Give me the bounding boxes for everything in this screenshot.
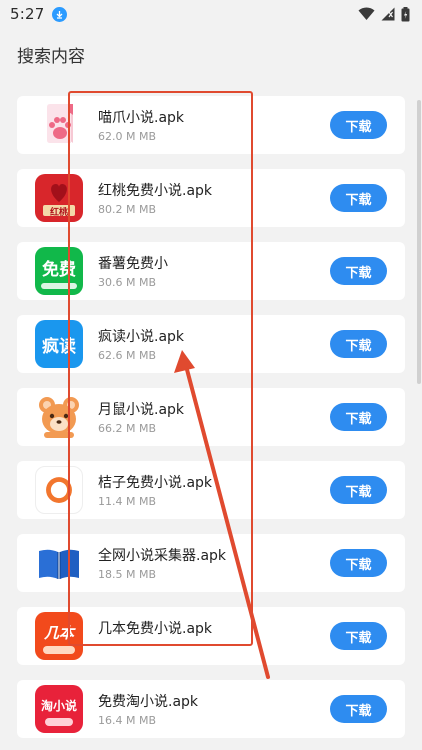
app-size: 62.0 M MB — [98, 130, 157, 143]
app-size: 80.2 M MB — [98, 203, 157, 216]
red-heart-book-icon: 红桃 — [35, 174, 83, 222]
download-button[interactable]: 下载 — [330, 695, 387, 723]
download-button[interactable]: 下载 — [330, 111, 387, 139]
mouse-face-icon — [35, 393, 83, 441]
battery-icon — [401, 6, 410, 21]
app-name: 番薯免费小 — [98, 256, 168, 272]
wifi-icon — [358, 7, 375, 20]
list-item[interactable]: 喵爪小说.apk 62.0 M MB 下载 — [17, 96, 405, 154]
list-item[interactable]: 疯读 疯读小说.apk 62.6 M MB 下载 — [17, 315, 405, 373]
icon-text: 免费 — [42, 260, 76, 280]
taoxiaoshuo-icon: 淘小说 — [35, 685, 83, 733]
free-text-icon: 免费 — [35, 247, 83, 295]
list-item[interactable]: 桔子免费小说.apk 11.4 M MB 下载 — [17, 461, 405, 519]
orange-ring-icon — [35, 466, 83, 514]
download-button[interactable]: 下载 — [330, 622, 387, 650]
app-size: 66.2 M MB — [98, 422, 157, 435]
list-item[interactable]: 免费 番薯免费小 30.6 M MB 下载 — [17, 242, 405, 300]
list-item[interactable]: 淘小说 免费淘小说.apk 16.4 M MB 下载 — [17, 680, 405, 738]
status-bar: 5:27 — [0, 0, 422, 28]
page-title: 搜索内容 — [17, 46, 85, 67]
app-name: 喵爪小说.apk — [98, 110, 185, 126]
download-badge-icon — [52, 6, 68, 22]
icon-text: 红桃 — [49, 208, 68, 218]
download-button[interactable]: 下载 — [330, 184, 387, 212]
app-name: 桔子免费小说.apk — [98, 475, 213, 491]
list-item[interactable]: 月鼠小说.apk 66.2 M MB 下载 — [17, 388, 405, 446]
list-item[interactable]: 红桃 红桃免费小说.apk 80.2 M MB 下载 — [17, 169, 405, 227]
app-size: 62.6 M MB — [98, 349, 157, 362]
status-icons — [358, 6, 410, 22]
open-book-icon — [35, 539, 83, 587]
app-size: 30.6 M MB — [98, 276, 157, 289]
icon-text: 淘小说 — [40, 699, 77, 713]
icon-subbar — [43, 646, 75, 654]
app-size: 16.4 M MB — [98, 714, 157, 727]
download-button[interactable]: 下载 — [330, 476, 387, 504]
list-item[interactable]: 全网小说采集器.apk 18.5 M MB 下载 — [17, 534, 405, 592]
app-size: 11.4 M MB — [98, 495, 157, 508]
signal-icon — [381, 7, 395, 21]
cat-paw-icon — [35, 101, 83, 149]
jiben-icon: 几本 — [35, 612, 83, 660]
app-name: 月鼠小说.apk — [98, 402, 185, 418]
page-header: 搜索内容 — [0, 28, 422, 80]
app-name: 几本免费小说.apk — [98, 621, 213, 637]
download-button[interactable]: 下载 — [330, 257, 387, 285]
app-name: 免费淘小说.apk — [98, 694, 199, 710]
app-name: 全网小说采集器.apk — [98, 548, 227, 564]
app-size: 18.5 M MB — [98, 568, 157, 581]
fengdu-icon: 疯读 — [35, 320, 83, 368]
list-item[interactable]: 几本 几本免费小说.apk 下载 — [17, 607, 405, 665]
download-button[interactable]: 下载 — [330, 330, 387, 358]
icon-text: 几本 — [43, 624, 74, 642]
download-button[interactable]: 下载 — [330, 549, 387, 577]
icon-subbar — [41, 283, 77, 289]
app-name: 疯读小说.apk — [98, 329, 185, 345]
icon-subbar — [45, 718, 73, 726]
icon-text: 疯读 — [42, 336, 76, 357]
status-time: 5:27 — [10, 5, 45, 23]
download-button[interactable]: 下载 — [330, 403, 387, 431]
scrollbar[interactable] — [417, 100, 421, 384]
app-name: 红桃免费小说.apk — [98, 183, 213, 199]
